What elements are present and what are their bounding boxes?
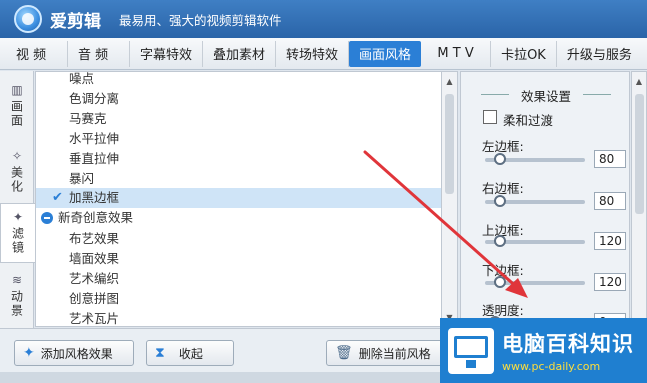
trash-icon: 🗑	[335, 345, 353, 361]
effects-list: 噪点 色调分离 马赛克 水平拉伸 垂直拉伸 暴闪 ✔ 加黑边框 新奇创意效果 布…	[35, 71, 442, 327]
watermark-banner: 电脑百科知识 www.pc-daily.com	[440, 318, 647, 383]
add-style-button[interactable]: ✦ 添加风格效果	[14, 340, 134, 366]
list-item[interactable]: 垂直拉伸	[36, 149, 441, 169]
tab-picture-style[interactable]: 画面风格	[349, 40, 422, 67]
scroll-up-icon[interactable]: ▲	[442, 74, 457, 89]
list-item-selected[interactable]: ✔ 加黑边框	[36, 188, 441, 208]
list-item[interactable]: 艺术编织	[36, 269, 441, 289]
nav-motion-label: 动景	[9, 290, 24, 318]
effects-list-scrollbar[interactable]: ▲ ▼	[442, 71, 458, 327]
smooth-transition-label: 柔和过渡	[503, 113, 554, 128]
scrollbar-thumb[interactable]	[635, 94, 644, 214]
list-item[interactable]: 暴闪	[36, 169, 441, 189]
top-border-slider[interactable]	[485, 235, 585, 247]
checkmark-icon: ✔	[52, 190, 63, 205]
scroll-up-icon[interactable]: ▲	[632, 74, 646, 89]
tab-subtitle-effects[interactable]: 字幕特效	[130, 40, 204, 67]
app-slogan: 最易用、强大的视频剪辑软件	[119, 12, 282, 28]
slider-knob[interactable]	[493, 195, 506, 207]
effect-settings-panel: 效果设置 柔和过渡 左边框: 80 右边框: 80 上边框: 120 下边框: …	[460, 71, 630, 327]
nav-picture-label: 画面	[9, 100, 24, 128]
list-item[interactable]: 色调分离	[36, 89, 441, 109]
bottom-border-slider[interactable]	[485, 276, 585, 288]
settings-scrollbar[interactable]: ▲	[631, 71, 647, 327]
collapse-minus-icon[interactable]	[41, 212, 53, 224]
slider-knob[interactable]	[493, 235, 506, 247]
nav-motion[interactable]: ≋ 动景	[0, 267, 34, 327]
right-border-label: 右边框:	[482, 181, 524, 196]
tab-overlay-materials[interactable]: 叠加素材	[203, 40, 277, 67]
wand-sparkle-icon: ✦	[12, 210, 24, 224]
tab-karaoke[interactable]: 卡拉OK	[491, 40, 557, 67]
list-item[interactable]: 水平拉伸	[36, 129, 441, 149]
tab-video[interactable]: 视 频	[6, 40, 68, 67]
waves-icon: ≋	[11, 273, 23, 287]
app-logo-icon	[14, 5, 42, 33]
tab-mtv[interactable]: M T V	[421, 40, 492, 67]
list-group-header[interactable]: 新奇创意效果	[36, 208, 441, 228]
monitor-icon	[448, 327, 494, 374]
bottom-border-value[interactable]: 120	[594, 273, 626, 291]
magic-wand-icon: ✧	[11, 149, 23, 163]
main-tab-bar: 视 频 音 频 字幕特效 叠加素材 转场特效 画面风格 M T V 卡拉OK 升…	[0, 38, 647, 70]
title-bar: 爱剪辑 最易用、强大的视频剪辑软件	[0, 0, 647, 38]
watermark-title: 电脑百科知识	[502, 332, 634, 356]
right-border-slider[interactable]	[485, 195, 585, 207]
magic-wand-icon: ✦	[23, 345, 35, 361]
watermark-url: www.pc-daily.com	[502, 360, 601, 373]
smooth-transition-checkbox[interactable]	[483, 110, 497, 124]
scrollbar-thumb[interactable]	[445, 94, 454, 194]
grid-icon: ▥	[11, 83, 23, 97]
nav-beautify-label: 美化	[9, 166, 24, 194]
slider-knob[interactable]	[493, 276, 506, 288]
tab-upgrade-service[interactable]: 升级与服务	[557, 41, 642, 67]
list-item[interactable]: 创意拼图	[36, 289, 441, 309]
nav-filters-label: 滤镜	[10, 227, 25, 255]
settings-title: 效果设置	[461, 86, 629, 105]
left-border-value[interactable]: 80	[594, 150, 626, 168]
top-border-value[interactable]: 120	[594, 232, 626, 250]
nav-filters[interactable]: ✦ 滤镜	[0, 203, 35, 263]
right-border-value[interactable]: 80	[594, 192, 626, 210]
left-border-slider[interactable]	[485, 153, 585, 165]
list-item[interactable]: 艺术瓦片	[36, 309, 441, 326]
slider-knob[interactable]	[493, 153, 506, 165]
collapse-button[interactable]: ⧗ 收起	[146, 340, 234, 366]
app-name: 爱剪辑	[50, 11, 101, 32]
list-item[interactable]: 布艺效果	[36, 229, 441, 249]
tab-transitions[interactable]: 转场特效	[276, 40, 350, 67]
collapse-arrows-icon: ⧗	[155, 345, 165, 361]
left-category-nav: ▥ 画面 ✧ 美化 ✦ 滤镜 ≋ 动景	[0, 71, 35, 371]
list-item[interactable]: 马赛克	[36, 109, 441, 129]
opacity-label: 透明度:	[482, 303, 524, 318]
tab-audio[interactable]: 音 频	[68, 40, 130, 67]
nav-picture[interactable]: ▥ 画面	[0, 77, 34, 137]
nav-beautify[interactable]: ✧ 美化	[0, 143, 34, 203]
list-item[interactable]: 墙面效果	[36, 249, 441, 269]
list-item[interactable]: 噪点	[36, 72, 441, 89]
left-border-label: 左边框:	[482, 139, 524, 154]
